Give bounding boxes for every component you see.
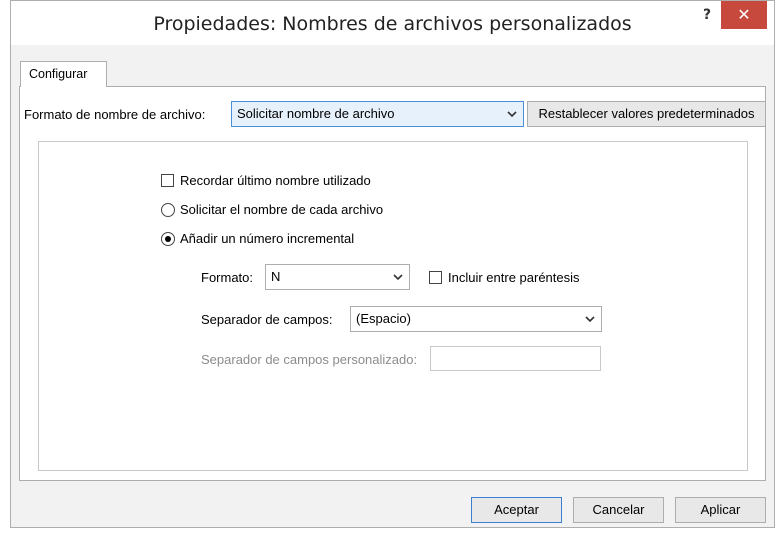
close-button[interactable]: ✕: [721, 1, 767, 29]
remember-last-checkbox[interactable]: [161, 174, 174, 187]
filename-format-label: Formato de nombre de archivo:: [24, 107, 206, 122]
format-label: Formato:: [201, 270, 254, 285]
reset-defaults-label: Restablecer valores predeterminados: [538, 106, 755, 121]
number-format-select[interactable]: N: [265, 264, 410, 290]
cancel-label: Cancelar: [592, 502, 645, 517]
close-icon: ✕: [737, 5, 751, 24]
remember-last-label: Recordar último nombre utilizado: [180, 173, 371, 188]
ask-each-radio[interactable]: [161, 203, 175, 217]
add-increment-radio[interactable]: [161, 232, 175, 246]
separator-select[interactable]: (Espacio): [350, 306, 602, 332]
chevron-down-icon: [505, 104, 519, 127]
apply-label: Aplicar: [700, 502, 741, 517]
include-parentheses-label: Incluir entre paréntesis: [448, 270, 580, 285]
tab-configurar[interactable]: Configurar: [20, 61, 107, 87]
separator-label: Separador de campos:: [201, 312, 333, 327]
ask-each-label: Solicitar el nombre de cada archivo: [180, 202, 384, 217]
apply-button[interactable]: Aplicar: [675, 497, 766, 523]
help-button[interactable]: ?: [693, 7, 721, 27]
separator-value: (Espacio): [356, 311, 411, 326]
chevron-down-icon: [391, 267, 405, 290]
tab-label: Configurar: [29, 67, 88, 81]
custom-separator-input[interactable]: [430, 346, 601, 371]
custom-separator-label: Separador de campos personalizado:: [201, 352, 418, 367]
title-bar[interactable]: Propiedades: Nombres de archivos persona…: [11, 1, 774, 45]
radio-selected-dot: [165, 236, 171, 242]
cancel-button[interactable]: Cancelar: [573, 497, 664, 523]
reset-defaults-button[interactable]: Restablecer valores predeterminados: [527, 101, 766, 127]
filename-format-select[interactable]: Solicitar nombre de archivo: [231, 101, 524, 127]
filename-format-value: Solicitar nombre de archivo: [237, 106, 395, 121]
include-parentheses-checkbox[interactable]: [429, 271, 442, 284]
window-title: Propiedades: Nombres de archivos persona…: [153, 13, 632, 35]
chevron-down-icon: [583, 309, 597, 332]
add-increment-label: Añadir un número incremental: [180, 231, 355, 246]
accept-button[interactable]: Aceptar: [471, 497, 562, 523]
number-format-value: N: [271, 269, 281, 284]
accept-label: Aceptar: [494, 502, 539, 517]
